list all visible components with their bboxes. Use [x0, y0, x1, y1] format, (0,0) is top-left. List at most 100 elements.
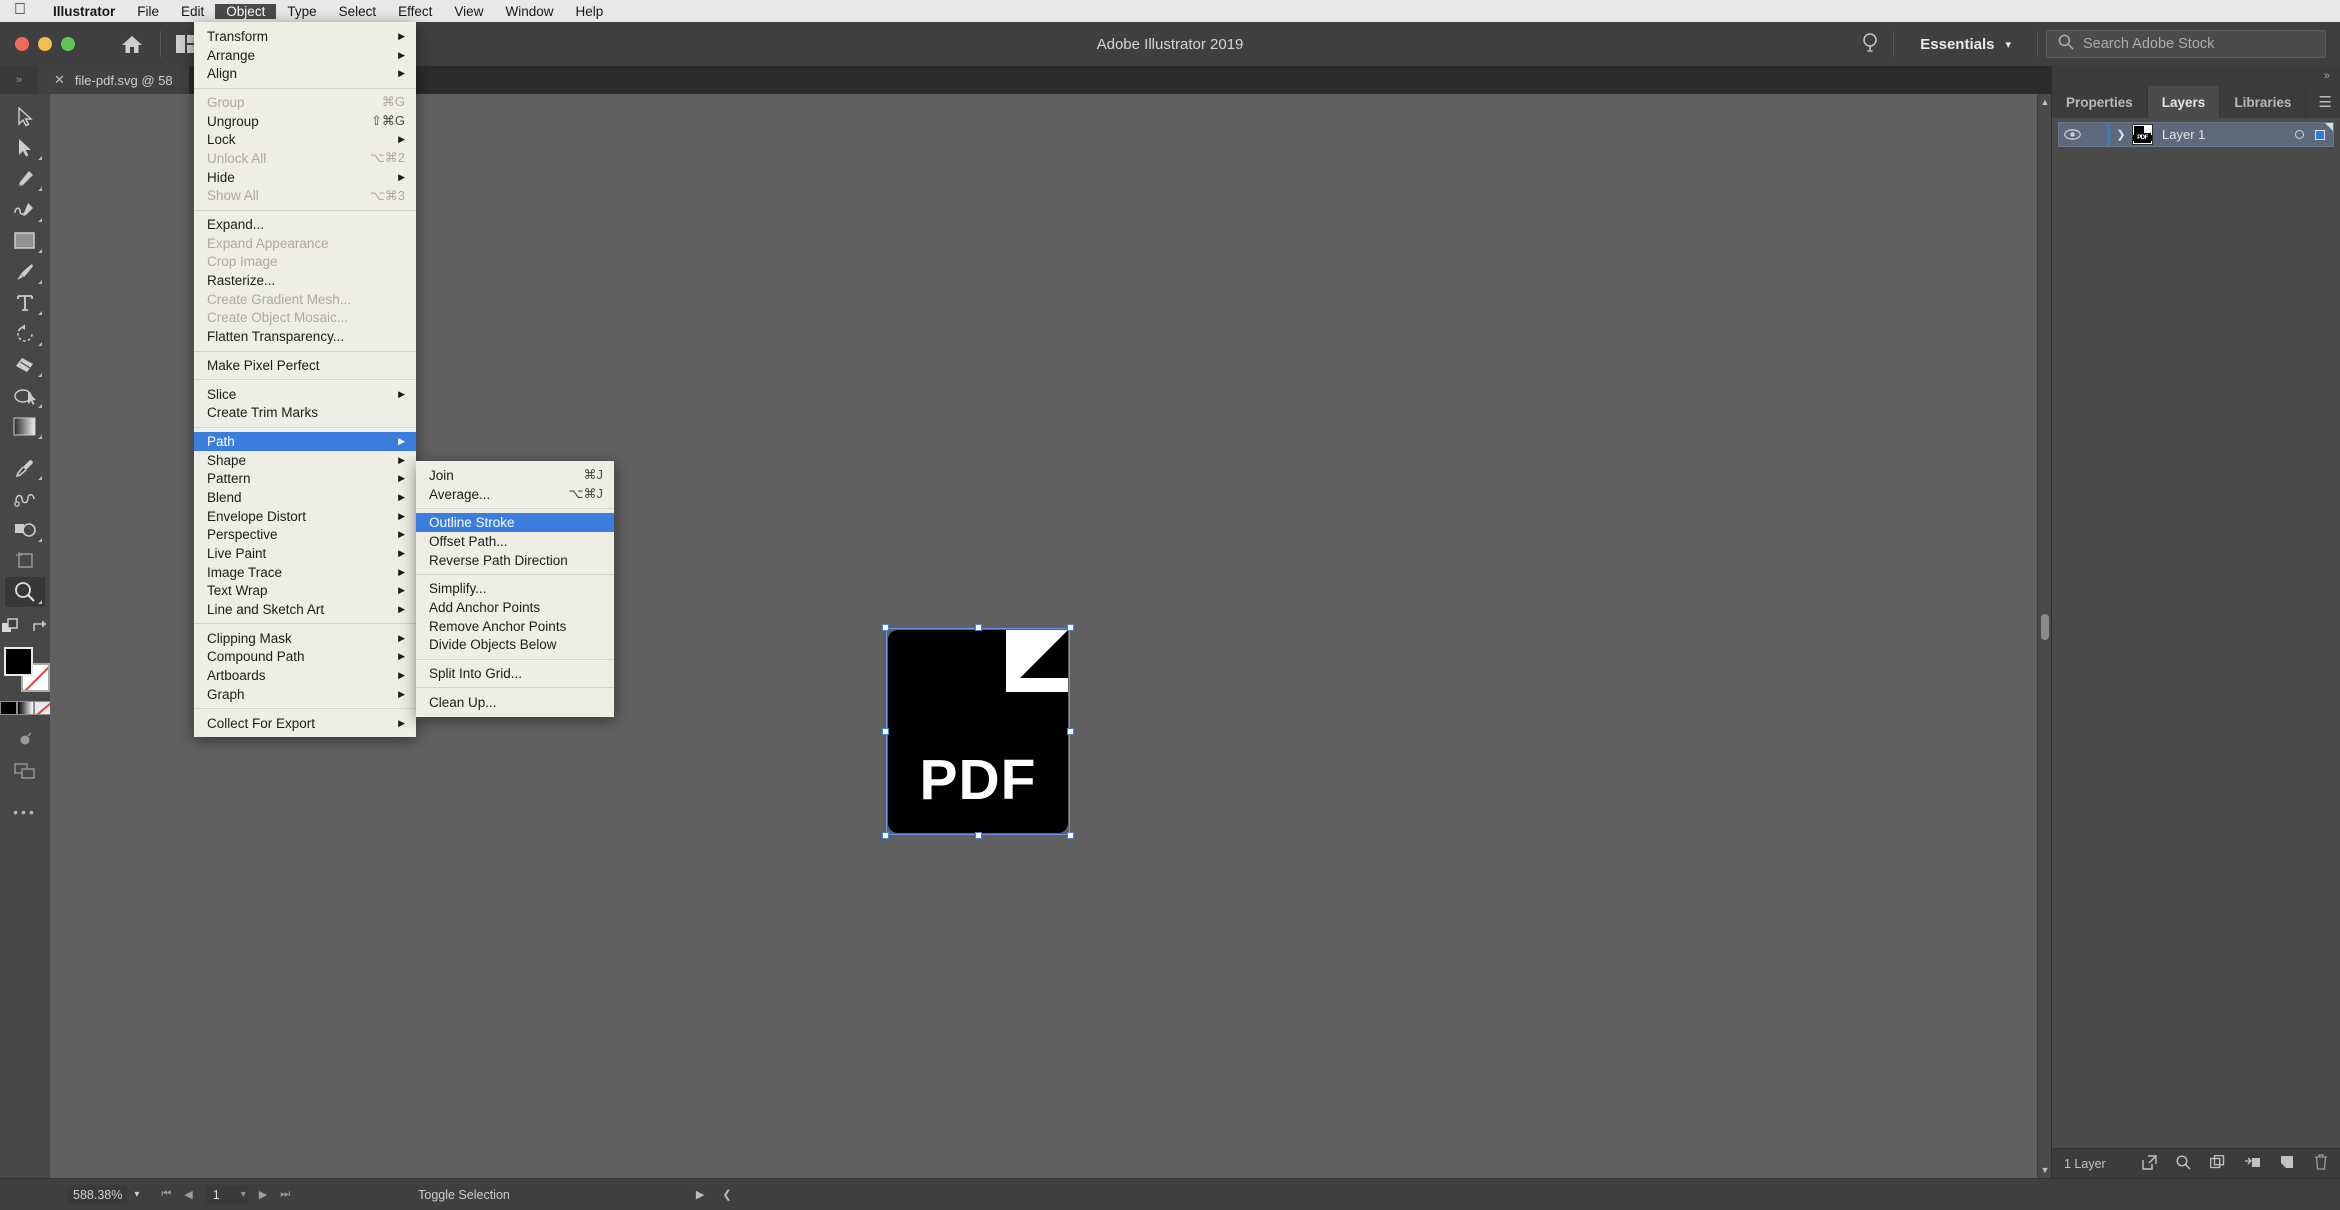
object-menu-item-perspective[interactable]: Perspective ▶	[194, 526, 416, 545]
layer-name[interactable]: Layer 1	[2162, 127, 2295, 142]
pdf-file-icon-artwork[interactable]: PDF	[882, 624, 1074, 839]
document-tab[interactable]: ✕ file-pdf.svg @ 58	[38, 66, 190, 94]
menubar-item-object[interactable]: Object	[215, 3, 277, 19]
close-icon[interactable]: ✕	[54, 72, 65, 88]
search-adobe-stock-input[interactable]: Search Adobe Stock	[2046, 30, 2326, 58]
menubar-item-effect[interactable]: Effect	[387, 4, 443, 19]
fill-swatch[interactable]	[4, 647, 33, 676]
none-button[interactable]	[33, 701, 51, 715]
path-menu-item-split-into-grid[interactable]: Split Into Grid...	[416, 664, 614, 683]
more-tools-icon[interactable]: •••	[5, 797, 45, 827]
menubar-item-select[interactable]: Select	[328, 4, 388, 19]
gradient-tool[interactable]	[5, 412, 45, 442]
chevron-down-icon[interactable]: ▾	[241, 1189, 246, 1200]
curvature-tool[interactable]	[5, 195, 45, 225]
object-menu-item-blend[interactable]: Blend ▶	[194, 488, 416, 507]
delete-layer-icon[interactable]	[2314, 1154, 2328, 1173]
path-menu-item-remove-anchor-points[interactable]: Remove Anchor Points	[416, 617, 614, 636]
layer-row[interactable]: ❯ PDF Layer 1	[2058, 122, 2334, 147]
rotate-swap-icon[interactable]	[32, 619, 48, 640]
close-window-button[interactable]	[15, 37, 29, 51]
target-circle-icon[interactable]	[2295, 130, 2304, 139]
new-sublayer-icon[interactable]	[2210, 1154, 2225, 1173]
canvas-vertical-scrollbar[interactable]: ▲ ▼	[2037, 94, 2051, 1178]
eraser-tool[interactable]	[5, 350, 45, 380]
menubar-item-view[interactable]: View	[443, 4, 494, 19]
object-menu-item-line-and-sketch-art[interactable]: Line and Sketch Art ▶	[194, 600, 416, 619]
object-menu-item-slice[interactable]: Slice ▶	[194, 385, 416, 404]
path-submenu[interactable]: Join ⌘J Average... ⌥⌘J Outline Stroke Offset …	[416, 461, 614, 717]
path-menu-item-reverse-path-direction[interactable]: Reverse Path Direction	[416, 551, 614, 570]
object-menu-item-create-trim-marks[interactable]: Create Trim Marks	[194, 403, 416, 422]
paintbrush-tool[interactable]	[5, 257, 45, 287]
object-menu-item-arrange[interactable]: Arrange ▶	[194, 46, 416, 65]
selection-handle[interactable]	[1067, 728, 1074, 735]
selection-handle[interactable]	[882, 832, 889, 839]
menubar-item-window[interactable]: Window	[494, 4, 564, 19]
object-menu-item-clipping-mask[interactable]: Clipping Mask ▶	[194, 629, 416, 648]
maximize-window-button[interactable]	[61, 37, 75, 51]
gradient-button[interactable]	[16, 701, 34, 715]
locate-object-icon[interactable]	[2142, 1154, 2157, 1173]
object-menu-item-make-pixel-perfect[interactable]: Make Pixel Perfect	[194, 356, 416, 375]
object-menu-item-expand[interactable]: Expand...	[194, 215, 416, 234]
object-menu-item-live-paint[interactable]: Live Paint ▶	[194, 544, 416, 563]
path-menu-item-simplify[interactable]: Simplify...	[416, 579, 614, 598]
selection-handle[interactable]	[1067, 832, 1074, 839]
play-arrow-icon[interactable]: ▶	[696, 1188, 704, 1201]
path-menu-item-clean-up[interactable]: Clean Up...	[416, 693, 614, 712]
selection-square-icon[interactable]	[2315, 129, 2325, 140]
path-menu-item-outline-stroke[interactable]: Outline Stroke	[416, 513, 614, 533]
object-menu-item-flatten-transparency[interactable]: Flatten Transparency...	[194, 327, 416, 346]
object-menu-item-hide[interactable]: Hide ▶	[194, 168, 416, 187]
collapse-panel-icon[interactable]: »	[0, 66, 38, 94]
left-arrow-icon[interactable]: ❮	[722, 1188, 731, 1201]
menubar-item-edit[interactable]: Edit	[170, 4, 215, 19]
selection-handle[interactable]	[975, 832, 982, 839]
rotate-tool[interactable]	[5, 319, 45, 349]
new-layer-icon[interactable]	[2280, 1155, 2295, 1173]
first-artboard-icon[interactable]: ⏮	[161, 1188, 171, 1201]
artboard-tool[interactable]	[5, 546, 45, 576]
object-menu-item-align[interactable]: Align ▶	[194, 64, 416, 83]
zoom-control[interactable]: 588.38% ▾	[68, 1185, 139, 1204]
scale-tool[interactable]	[5, 381, 45, 411]
menubar-item-file[interactable]: File	[126, 4, 170, 19]
draw-mode-icon[interactable]	[5, 725, 45, 755]
path-menu-item-average[interactable]: Average... ⌥⌘J	[416, 485, 614, 504]
blend-tool[interactable]	[5, 484, 45, 514]
object-menu-item-rasterize[interactable]: Rasterize...	[194, 271, 416, 290]
swap-fill-stroke-icon[interactable]	[2, 618, 20, 641]
object-menu-item-image-trace[interactable]: Image Trace ▶	[194, 563, 416, 582]
object-menu-item-text-wrap[interactable]: Text Wrap ▶	[194, 582, 416, 601]
search-layer-icon[interactable]	[2176, 1154, 2191, 1173]
last-artboard-icon[interactable]: ⏭	[280, 1188, 290, 1201]
selection-tool[interactable]	[5, 102, 45, 132]
object-menu-item-shape[interactable]: Shape ▶	[194, 451, 416, 470]
object-menu-item-artboards[interactable]: Artboards ▶	[194, 666, 416, 685]
home-icon[interactable]	[119, 31, 145, 57]
zoom-tool[interactable]	[5, 577, 45, 607]
rectangle-tool[interactable]	[5, 226, 45, 256]
tab-properties[interactable]: Properties	[2052, 86, 2148, 118]
selection-handle[interactable]	[975, 624, 982, 631]
shape-builder-tool[interactable]	[5, 515, 45, 545]
type-tool[interactable]	[5, 288, 45, 318]
eyedropper-tool[interactable]	[5, 453, 45, 483]
lightbulb-icon[interactable]	[1855, 33, 1885, 55]
tab-libraries[interactable]: Libraries	[2220, 86, 2307, 118]
pen-tool[interactable]	[5, 164, 45, 194]
previous-artboard-icon[interactable]: ◀	[184, 1188, 192, 1201]
selection-handle[interactable]	[882, 624, 889, 631]
object-menu-item-collect-for-export[interactable]: Collect For Export ▶	[194, 714, 416, 733]
chevron-right-icon[interactable]: ❯	[2110, 128, 2132, 141]
menubar-item-help[interactable]: Help	[564, 4, 614, 19]
expand-panels-icon[interactable]: »	[2324, 70, 2330, 82]
object-menu-item-lock[interactable]: Lock ▶	[194, 130, 416, 149]
menubar-item-illustrator[interactable]: Illustrator	[42, 4, 126, 19]
scroll-down-icon[interactable]: ▼	[2038, 1163, 2052, 1177]
path-menu-item-offset-path[interactable]: Offset Path...	[416, 532, 614, 551]
object-menu-item-ungroup[interactable]: Ungroup ⇧⌘G	[194, 112, 416, 131]
object-menu-item-graph[interactable]: Graph ▶	[194, 685, 416, 704]
object-menu-item-pattern[interactable]: Pattern ▶	[194, 469, 416, 488]
